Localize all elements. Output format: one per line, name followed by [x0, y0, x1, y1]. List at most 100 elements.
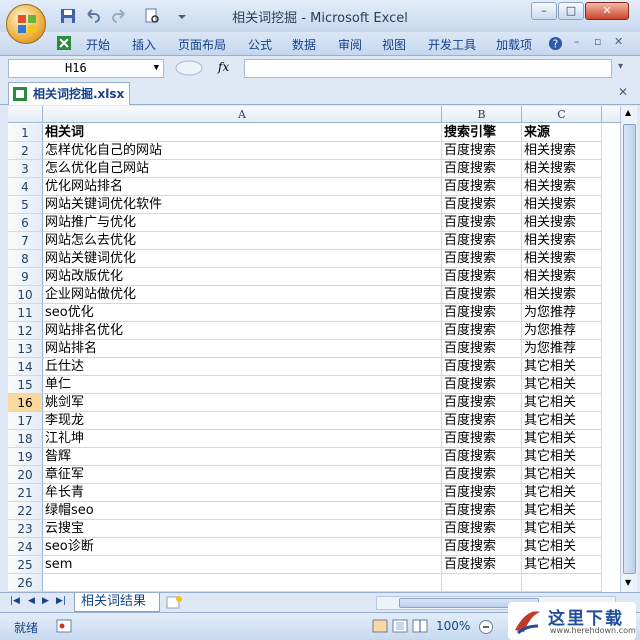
cell-a[interactable]: 网站改版优化 [43, 268, 442, 286]
cell-a[interactable]: 怎样优化自己的网站 [43, 142, 442, 160]
last-sheet-icon[interactable]: ▶| [56, 596, 66, 606]
cell-a[interactable]: 相关词 [43, 124, 442, 142]
cell-c[interactable]: 相关搜索 [522, 250, 602, 268]
ribbon-close-icon[interactable]: ✕ [614, 35, 623, 48]
cell-b[interactable] [442, 574, 522, 592]
cell-c[interactable]: 相关搜索 [522, 268, 602, 286]
cell-a[interactable]: 网站关键词优化软件 [43, 196, 442, 214]
office-button[interactable] [6, 4, 46, 44]
cell-b[interactable]: 百度搜索 [442, 304, 522, 322]
tab-view[interactable]: 视图 [382, 36, 406, 53]
sheet-tab-active[interactable]: 相关词结果 [74, 593, 160, 612]
tab-page-layout[interactable]: 页面布局 [178, 36, 226, 53]
row-header[interactable]: 20 [8, 466, 43, 484]
cell-a[interactable]: 网站排名优化 [43, 322, 442, 340]
row-header[interactable]: 12 [8, 322, 43, 340]
cell-b[interactable]: 百度搜索 [442, 160, 522, 178]
print-preview-icon[interactable] [144, 8, 160, 24]
tab-formulas[interactable]: 公式 [248, 36, 272, 53]
tab-home[interactable]: 开始 [86, 36, 110, 53]
close-button[interactable]: ✕ [585, 2, 629, 20]
cell-b[interactable]: 百度搜索 [442, 556, 522, 574]
cell-c[interactable]: 相关搜索 [522, 214, 602, 232]
row-header[interactable]: 10 [8, 286, 43, 304]
cell-a[interactable]: 网站推广与优化 [43, 214, 442, 232]
cell-c[interactable]: 其它相关 [522, 376, 602, 394]
tab-insert[interactable]: 插入 [132, 36, 156, 53]
cell-c[interactable]: 其它相关 [522, 430, 602, 448]
cell-a[interactable]: 单仁 [43, 376, 442, 394]
cell-a[interactable]: 企业网站做优化 [43, 286, 442, 304]
cell-a[interactable]: 丘仕达 [43, 358, 442, 376]
cell-c[interactable]: 其它相关 [522, 502, 602, 520]
cell-c[interactable]: 其它相关 [522, 484, 602, 502]
cell-a[interactable]: 优化网站排名 [43, 178, 442, 196]
cell-b[interactable]: 百度搜索 [442, 502, 522, 520]
cell-c[interactable]: 其它相关 [522, 466, 602, 484]
cell-a[interactable]: 江礼坤 [43, 430, 442, 448]
prev-sheet-icon[interactable]: ◀ [28, 596, 35, 606]
cell-b[interactable]: 百度搜索 [442, 250, 522, 268]
zoom-out-icon[interactable] [478, 619, 494, 635]
row-header[interactable]: 23 [8, 520, 43, 538]
formula-input[interactable] [244, 59, 612, 78]
cell-a[interactable]: 网站怎么去优化 [43, 232, 442, 250]
cell-b[interactable]: 百度搜索 [442, 142, 522, 160]
cell-a[interactable]: 怎么优化自己网站 [43, 160, 442, 178]
cell-c[interactable]: 其它相关 [522, 394, 602, 412]
page-break-view-icon[interactable] [412, 619, 428, 633]
cell-c[interactable]: 其它相关 [522, 448, 602, 466]
cell-c[interactable]: 相关搜索 [522, 196, 602, 214]
customize-toolbar-icon[interactable] [174, 8, 190, 24]
macro-record-icon[interactable] [56, 619, 72, 633]
close-document-icon[interactable]: ✕ [618, 85, 628, 99]
column-header-a[interactable]: A [43, 106, 442, 123]
cell-a[interactable]: 李现龙 [43, 412, 442, 430]
cell-c[interactable]: 其它相关 [522, 412, 602, 430]
cell-b[interactable]: 百度搜索 [442, 448, 522, 466]
row-header[interactable]: 8 [8, 250, 43, 268]
next-sheet-icon[interactable]: ▶ [42, 596, 49, 606]
cell-b[interactable]: 百度搜索 [442, 268, 522, 286]
row-header[interactable]: 4 [8, 178, 43, 196]
help-icon[interactable]: ? [548, 36, 563, 51]
insert-function-button[interactable]: fx [218, 60, 229, 74]
row-header[interactable]: 25 [8, 556, 43, 574]
cell-c[interactable]: 相关搜索 [522, 178, 602, 196]
cell-c[interactable]: 为您推荐 [522, 340, 602, 358]
cell-b[interactable]: 百度搜索 [442, 538, 522, 556]
cell-c[interactable]: 其它相关 [522, 520, 602, 538]
row-header[interactable]: 22 [8, 502, 43, 520]
vertical-scroll-thumb[interactable] [623, 124, 636, 574]
row-header[interactable]: 11 [8, 304, 43, 322]
ribbon-minimize-icon[interactable]: – [574, 35, 580, 48]
cell-a[interactable] [43, 574, 442, 592]
cell-b[interactable]: 百度搜索 [442, 322, 522, 340]
cell-a[interactable]: seo优化 [43, 304, 442, 322]
cell-c[interactable]: 相关搜索 [522, 286, 602, 304]
row-header[interactable]: 1 [8, 124, 43, 142]
cell-a[interactable]: 云搜宝 [43, 520, 442, 538]
chevron-down-icon[interactable]: ▼ [154, 60, 159, 77]
page-layout-view-icon[interactable] [392, 619, 408, 633]
cell-b[interactable]: 百度搜索 [442, 340, 522, 358]
cell-b[interactable]: 百度搜索 [442, 394, 522, 412]
column-header-c[interactable]: C [522, 106, 602, 123]
cell-b[interactable]: 百度搜索 [442, 196, 522, 214]
row-header[interactable]: 2 [8, 142, 43, 160]
cell-c[interactable]: 相关搜索 [522, 232, 602, 250]
cell-a[interactable]: sem [43, 556, 442, 574]
cell-c[interactable] [522, 574, 602, 592]
cell-b[interactable]: 百度搜索 [442, 232, 522, 250]
cell-c[interactable]: 相关搜索 [522, 160, 602, 178]
ribbon-restore-icon[interactable]: ▫ [594, 35, 601, 48]
document-tab[interactable]: 相关词挖掘.xlsx [8, 82, 130, 105]
zoom-level[interactable]: 100% [436, 619, 470, 633]
cell-a[interactable]: 绿帽seo [43, 502, 442, 520]
redo-icon[interactable] [112, 8, 128, 24]
cell-b[interactable]: 百度搜索 [442, 358, 522, 376]
cell-b[interactable]: 百度搜索 [442, 430, 522, 448]
cell-a[interactable]: 网站排名 [43, 340, 442, 358]
tab-data[interactable]: 数据 [292, 36, 316, 53]
undo-icon[interactable] [84, 8, 100, 24]
